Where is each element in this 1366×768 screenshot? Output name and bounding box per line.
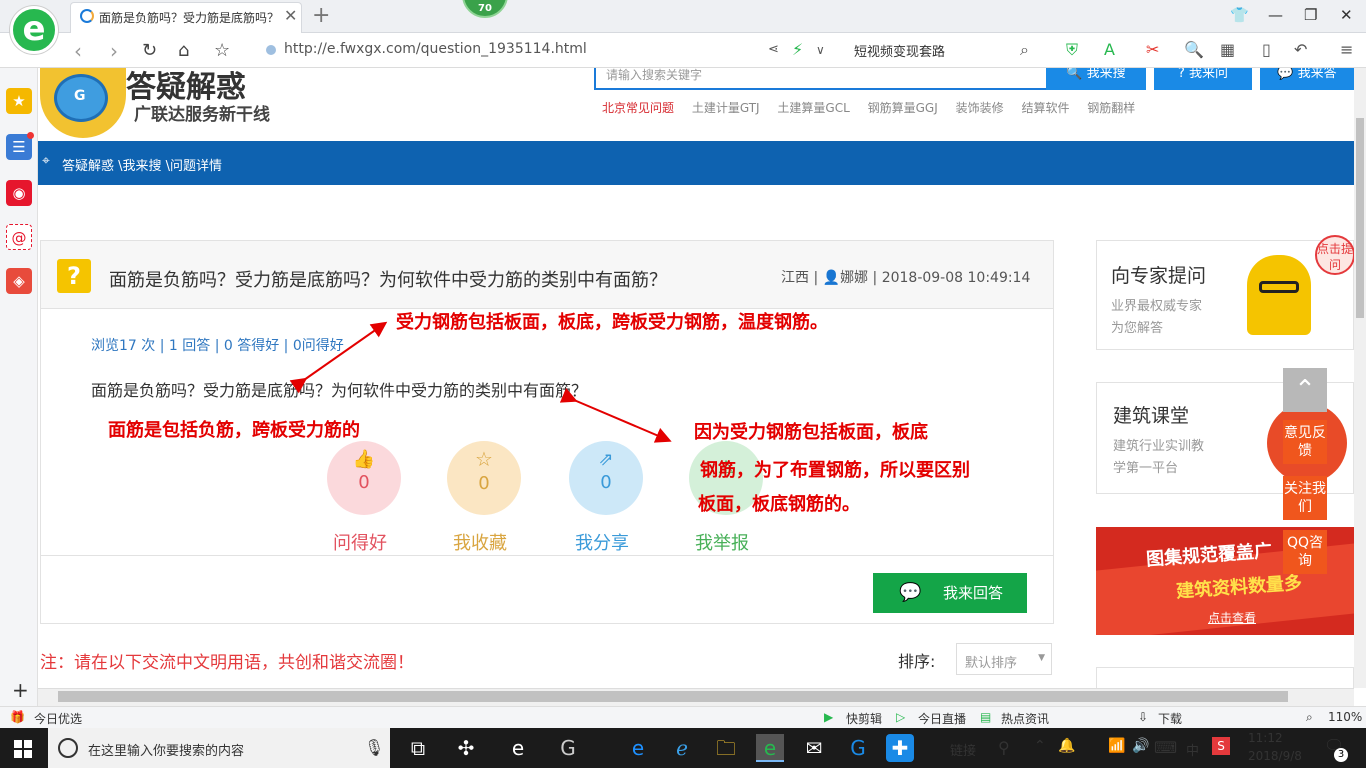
taskbar-search-input[interactable]: 在这里输入你要搜索的内容 — [48, 728, 390, 768]
pinwheel-app-icon[interactable]: ✣ — [452, 734, 480, 762]
search-icon[interactable]: ⌕ — [1020, 40, 1029, 60]
browser-logo-icon[interactable]: e — [10, 6, 58, 54]
shield-icon[interactable]: ⛨ — [1066, 40, 1078, 60]
new-tab-icon[interactable]: + — [312, 3, 330, 28]
status-bar: 🎁 今日优选 ▶ 快剪辑 ▷ 今日直播 ▤ 热点资讯 ⇩ 下载 ⌕ 110% — [0, 706, 1366, 728]
microphone-icon[interactable]: 🎙 — [364, 738, 384, 757]
app-g-icon[interactable]: G — [554, 734, 582, 762]
browser-search-input[interactable]: 短视频变现套路 — [846, 38, 1046, 62]
ie-icon[interactable]: ℯ — [668, 734, 696, 762]
keyboard-icon[interactable]: ⌨ — [1154, 738, 1177, 757]
course-title: 建筑课堂 — [1113, 405, 1190, 427]
status-item[interactable]: 今日直播 — [918, 710, 966, 727]
menu-icon[interactable]: ≡ — [1340, 40, 1353, 59]
sidebar-add-icon[interactable]: + — [12, 678, 29, 702]
clip-icon: ▶ — [824, 710, 834, 724]
lightning-icon[interactable]: ⚡ — [792, 40, 803, 59]
ime-indicator[interactable]: 中 — [1186, 740, 1199, 759]
browser-e-icon[interactable]: e — [504, 734, 532, 762]
course-line1: 建筑行业实训教 — [1113, 439, 1205, 454]
tab-title: 面筋是负筋吗？受力筋是底筋吗？ — [99, 11, 280, 25]
follow-button[interactable]: 关注我们 — [1283, 476, 1327, 520]
windows-start-icon[interactable] — [14, 740, 32, 758]
back-icon[interactable]: ‹ — [74, 39, 82, 63]
scissors-icon[interactable]: ✂ — [1146, 40, 1159, 59]
expert-line1: 业界最权威专家 — [1111, 299, 1203, 314]
link-toolbar[interactable]: 链接 — [950, 740, 976, 759]
close-window-icon[interactable]: ✕ — [1340, 6, 1353, 24]
favorite-star-icon[interactable]: ☆ — [214, 40, 230, 61]
tab-favicon-icon — [80, 9, 94, 23]
expert-box[interactable]: 向专家提问 业界最权威专家 为您解答 点击提问 — [1096, 235, 1354, 350]
active-browser-icon[interactable]: e — [756, 734, 784, 762]
minimize-icon[interactable]: — — [1268, 6, 1283, 24]
glodon-g-icon[interactable]: G — [844, 734, 872, 762]
live-icon: ▷ — [896, 710, 906, 724]
zoom-level[interactable]: 110% — [1328, 710, 1362, 724]
wifi-icon[interactable]: 📶 — [1108, 738, 1125, 754]
undo-icon[interactable]: ↶ — [1294, 40, 1307, 59]
restore-icon[interactable]: ❐ — [1304, 6, 1317, 24]
plus-app-icon[interactable]: ✚ — [886, 734, 914, 762]
cortana-icon — [58, 738, 78, 758]
web-page: G 答疑解惑 广联达服务新干线 请输入搜索关键字 🔍 我来搜 ? 我来问 💬 我… — [38, 68, 1354, 688]
notification-count: 3 — [1334, 748, 1348, 762]
sidebar-favorites-icon[interactable]: ★ — [6, 88, 32, 114]
gift-icon: 🎁 — [10, 710, 25, 724]
news-icon: ▤ — [980, 710, 992, 724]
notification-dot — [27, 132, 34, 139]
mail-icon[interactable]: ✉ — [800, 734, 828, 762]
home-icon[interactable]: ⌂ — [178, 40, 189, 61]
address-bar[interactable]: http://e.fwxgx.com/question_1935114.html — [258, 38, 838, 62]
feedback-button[interactable]: 意见反馈 — [1283, 420, 1327, 464]
back-to-top-icon[interactable]: ⌃ — [1283, 368, 1327, 412]
vertical-scroll-thumb[interactable] — [1356, 118, 1364, 318]
arrow-1 — [289, 321, 388, 394]
apps-grid-icon[interactable]: ▦ — [1220, 40, 1235, 59]
today-pick[interactable]: 今日优选 — [34, 710, 82, 727]
task-view-icon[interactable]: ⧉ — [404, 734, 432, 762]
dropdown-icon[interactable]: ∨ — [816, 43, 825, 57]
arrow-2 — [559, 387, 672, 443]
tab-close-icon[interactable]: ✕ — [284, 6, 297, 25]
refresh-icon[interactable]: ↻ — [142, 40, 157, 61]
mascot-icon — [1247, 255, 1311, 335]
tab-active[interactable]: 面筋是负筋吗？受力筋是底筋吗？ — [70, 2, 302, 33]
sidebar-mail-icon[interactable]: @ — [6, 224, 32, 250]
sogou-icon[interactable]: S — [1212, 737, 1230, 755]
click-ask-tip[interactable]: 点击提问 — [1315, 235, 1354, 275]
browser-sidebar — [0, 68, 38, 706]
course-line2: 学第一平台 — [1113, 461, 1179, 476]
bell-icon[interactable]: 🔔 — [1058, 738, 1075, 754]
download-icon: ⇩ — [1138, 710, 1149, 724]
tray-up-icon[interactable]: ⌃ — [1034, 738, 1046, 754]
translate-icon[interactable]: A — [1104, 40, 1115, 59]
expert-line2: 为您解答 — [1111, 321, 1164, 336]
qq-button[interactable]: QQ咨询 — [1283, 530, 1327, 574]
edge-icon[interactable]: e — [624, 734, 652, 762]
folder-icon[interactable]: 🗀 — [712, 734, 740, 762]
clock-time[interactable]: 11:12 — [1248, 731, 1283, 745]
forward-icon[interactable]: › — [110, 39, 118, 63]
expert-title: 向专家提问 — [1111, 265, 1207, 287]
magnifier-icon[interactable]: 🔍 — [1184, 40, 1204, 59]
banner-link[interactable]: 点击查看 — [1208, 609, 1256, 626]
horizontal-scroll-thumb[interactable] — [58, 691, 1288, 702]
mobile-icon[interactable]: ▯ — [1262, 40, 1271, 59]
volume-icon[interactable]: 🔊 — [1132, 738, 1149, 754]
sidebar-weibo-icon[interactable]: ◉ — [6, 180, 32, 206]
zoom-icon: ⌕ — [1306, 710, 1313, 724]
clock-date[interactable]: 2018/9/8 — [1248, 749, 1302, 763]
status-item[interactable]: 下载 — [1158, 710, 1182, 727]
people-icon[interactable]: ⚲ — [998, 738, 1010, 757]
share-icon[interactable]: ⋖ — [768, 42, 779, 57]
next-box — [1096, 667, 1354, 688]
skin-icon[interactable]: 👕 — [1230, 6, 1249, 24]
status-item[interactable]: 热点资讯 — [1001, 710, 1049, 727]
sidebar-game-icon[interactable]: ◈ — [6, 268, 32, 294]
status-item[interactable]: 快剪辑 — [846, 710, 882, 727]
